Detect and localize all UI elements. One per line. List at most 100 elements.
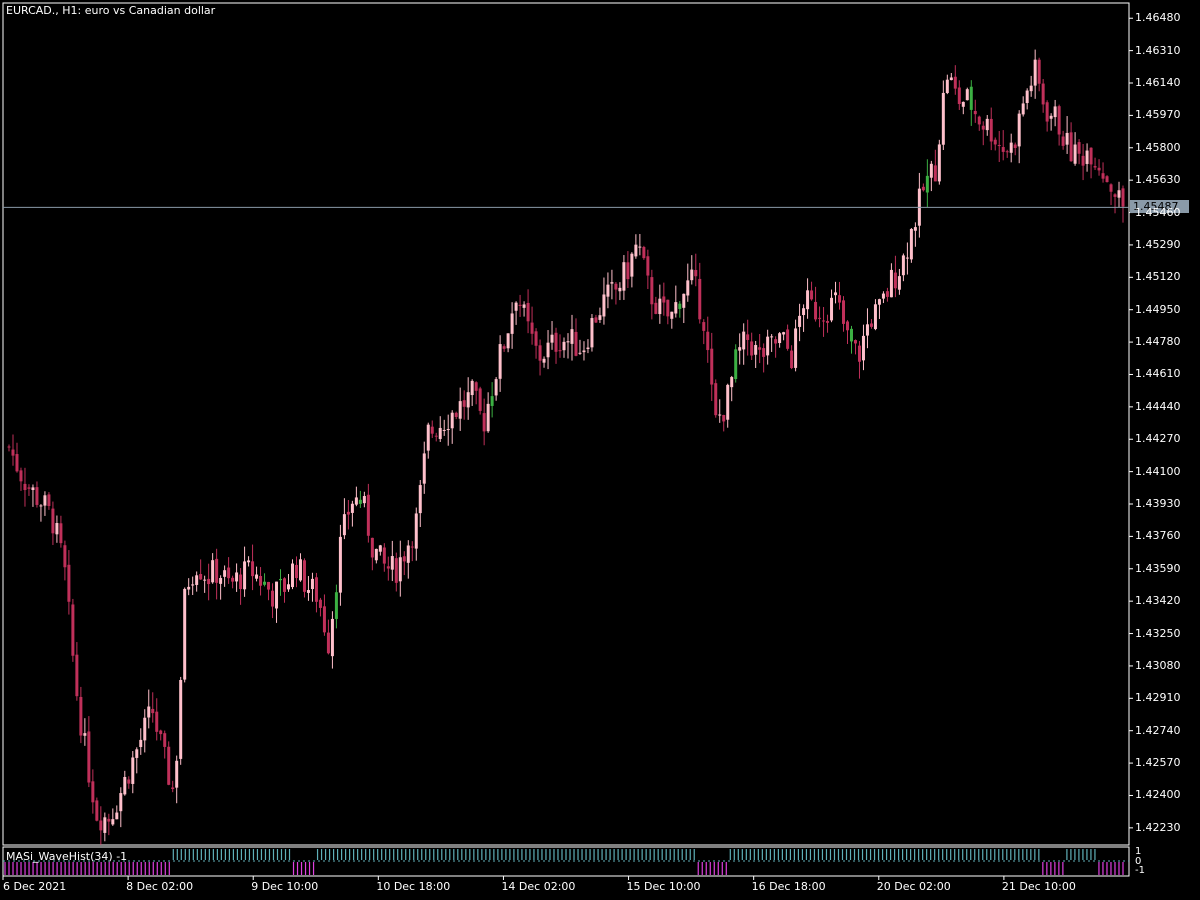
candle-body <box>945 79 949 94</box>
candle-body <box>1105 176 1109 183</box>
candle-body <box>881 293 885 299</box>
candle-body <box>598 315 602 320</box>
candle-body <box>310 578 314 590</box>
candle-body <box>27 487 31 489</box>
candle-body <box>187 586 191 590</box>
candle-body <box>786 329 790 349</box>
candle-body <box>330 618 334 657</box>
candle-body <box>442 429 446 431</box>
candle-body <box>1065 132 1069 145</box>
candle-body <box>63 545 67 568</box>
candle-body <box>219 578 223 584</box>
candle-body <box>865 324 869 336</box>
candle-body <box>925 175 929 193</box>
candle-body <box>490 396 494 406</box>
candle-body <box>981 125 985 130</box>
candle-body <box>111 819 115 825</box>
candle-body <box>997 145 1001 147</box>
candle-body <box>1109 184 1113 192</box>
price-tick-label: 1.44610 <box>1135 367 1181 381</box>
candle-body <box>738 347 742 351</box>
candle-body <box>211 560 215 583</box>
candle-body <box>87 731 91 783</box>
candle-body <box>91 781 95 803</box>
candle-body <box>434 435 438 437</box>
candle-body <box>590 318 594 348</box>
candle-body <box>542 358 546 363</box>
candle-body <box>406 545 410 563</box>
candle-body <box>802 308 806 316</box>
candle-body <box>450 412 454 429</box>
candle-body <box>630 253 634 277</box>
candle-body <box>846 321 849 331</box>
candle-body <box>670 311 674 319</box>
candle-body <box>394 558 398 583</box>
candle-body <box>961 101 965 107</box>
candle-body <box>139 739 143 748</box>
candle-body <box>183 588 187 680</box>
candle-body <box>893 272 897 289</box>
price-tick-label: 1.44270 <box>1135 432 1181 446</box>
candle-body <box>642 247 646 259</box>
candle-body <box>155 711 159 732</box>
candle-body <box>510 313 514 334</box>
candle-body <box>929 163 933 178</box>
candle-body <box>909 228 913 260</box>
candle-body <box>682 293 686 308</box>
candle-body <box>302 560 306 592</box>
candle-body <box>67 564 71 602</box>
candle-body <box>838 295 842 303</box>
candle-body <box>19 470 23 482</box>
candle-body <box>127 779 131 784</box>
candle-body <box>650 277 654 305</box>
candle-body <box>103 817 107 833</box>
candle-body <box>466 392 470 408</box>
candle-body <box>131 757 135 784</box>
candle-body <box>267 581 271 590</box>
candle-body <box>191 584 195 586</box>
candle-body <box>207 578 211 585</box>
price-tick-label: 1.43760 <box>1135 529 1181 543</box>
candle-body <box>614 283 618 290</box>
candle-body <box>774 339 778 344</box>
price-tick-label: 1.46310 <box>1135 43 1181 57</box>
candle-body <box>1021 103 1025 115</box>
candles-layer <box>7 49 1125 845</box>
candle-body <box>7 446 11 448</box>
candle-body <box>674 302 678 314</box>
candle-body <box>298 559 302 581</box>
candle-body <box>989 118 993 142</box>
candle-body <box>941 92 945 145</box>
candle-body <box>694 270 698 277</box>
time-tick-label: 9 Dec 10:00 <box>251 880 319 893</box>
price-tick-label: 1.43420 <box>1135 594 1181 608</box>
candle-body <box>243 561 247 590</box>
candle-body <box>658 298 662 315</box>
candle-body <box>538 345 542 361</box>
candle-body <box>175 760 179 788</box>
candle-body <box>119 793 123 812</box>
candle-body <box>255 574 259 579</box>
candle-body <box>698 278 702 320</box>
candle-body <box>51 508 55 534</box>
candle-body <box>622 262 626 291</box>
candle-body <box>666 299 670 317</box>
candle-body <box>586 347 590 349</box>
candle-body <box>251 561 255 577</box>
candle-body <box>861 335 865 361</box>
candlestick-chart[interactable] <box>0 0 1200 900</box>
indicator-title: MASi_WaveHist(34) -1 <box>6 850 128 863</box>
candle-body <box>654 302 658 314</box>
price-tick-label: 1.43590 <box>1135 561 1181 575</box>
candle-body <box>646 256 650 276</box>
candle-body <box>203 579 207 581</box>
candle-body <box>79 696 83 736</box>
candle-body <box>1089 147 1093 165</box>
price-tick-label: 1.42230 <box>1135 820 1181 834</box>
candle-body <box>410 546 414 548</box>
candle-body <box>382 547 386 564</box>
candle-body <box>1049 115 1053 119</box>
candle-body <box>99 820 103 831</box>
candle-body <box>574 331 578 356</box>
candle-body <box>558 350 562 352</box>
